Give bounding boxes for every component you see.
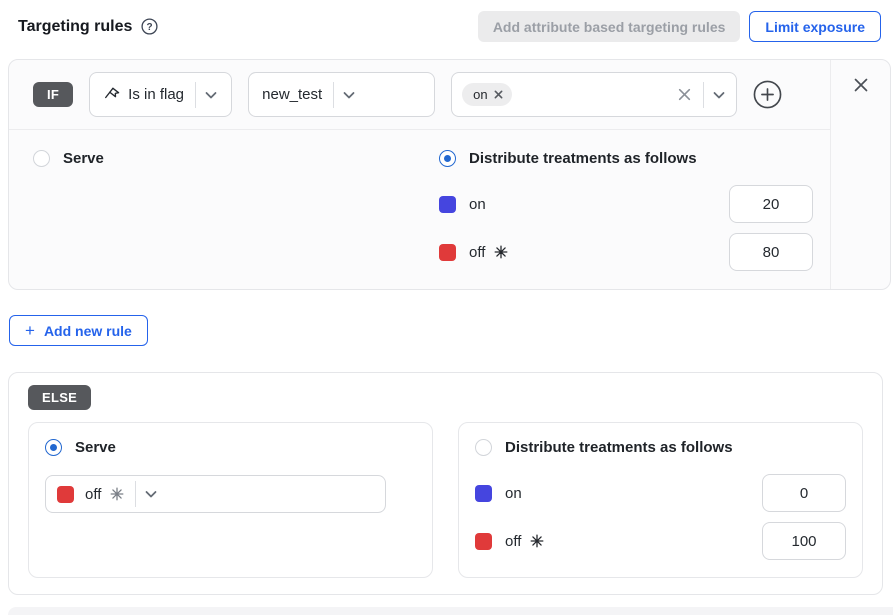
else-distribute-card: Distribute treatments as follows on off (458, 422, 863, 578)
serve-label: Serve (63, 150, 104, 167)
distribute-label: Distribute treatments as follows (469, 150, 697, 167)
default-treatment-asterisk-icon (110, 487, 124, 501)
next-section-edge (8, 607, 893, 615)
rule-body: Serve Distribute treatments as follows o… (9, 130, 830, 289)
else-distribute-radio[interactable] (475, 439, 492, 456)
else-serve-label: Serve (75, 439, 116, 456)
divider (703, 82, 704, 108)
treatment-on-swatch (439, 196, 456, 213)
tag-label: on (473, 87, 487, 102)
treatment-row-on: on (475, 474, 846, 512)
chevron-down-icon (143, 486, 159, 502)
else-serve-treatment-dropdown[interactable]: off (45, 475, 386, 513)
matcher-dropdown[interactable]: Is in flag (89, 72, 232, 117)
if-badge: IF (33, 82, 73, 107)
else-distribute-label: Distribute treatments as follows (505, 439, 733, 456)
flag-select-dropdown[interactable]: new_test (248, 72, 435, 117)
treatment-row-off: off (475, 522, 846, 560)
add-condition-button[interactable] (753, 80, 782, 109)
add-new-rule-label: Add new rule (44, 323, 132, 339)
divider (195, 82, 196, 108)
treatment-multiselect[interactable]: on (451, 72, 737, 117)
else-treatment-off-percent-input[interactable] (762, 522, 846, 560)
add-new-rule-button[interactable]: + Add new rule (9, 315, 148, 346)
page-header: Targeting rules ? Add attribute based ta… (0, 0, 893, 42)
matcher-value: Is in flag (128, 86, 184, 103)
divider (135, 481, 136, 507)
treatment-on-swatch (475, 485, 492, 502)
tag-remove-icon[interactable] (494, 90, 503, 99)
else-serve-card: Serve off (28, 422, 433, 578)
treatment-row-off: off (439, 233, 813, 271)
treatment-name: on (469, 196, 486, 213)
treatment-off-swatch (439, 244, 456, 261)
distribute-radio[interactable] (439, 150, 456, 167)
default-treatment-asterisk-icon (494, 245, 508, 259)
treatment-name: off (469, 244, 485, 261)
treatment-name: off (505, 533, 521, 550)
treatment-row-on: on (439, 185, 813, 223)
else-serve-radio[interactable] (45, 439, 62, 456)
remove-rule-icon[interactable] (853, 77, 869, 93)
treatment-off-swatch (57, 486, 74, 503)
clear-selection-icon[interactable] (677, 87, 692, 102)
chevron-down-icon (711, 87, 727, 103)
else-treatment-on-percent-input[interactable] (762, 474, 846, 512)
treatment-off-swatch (475, 533, 492, 550)
help-icon[interactable]: ? (141, 18, 158, 35)
serve-radio[interactable] (33, 150, 50, 167)
plus-icon: + (25, 321, 35, 341)
condition-row: IF Is in flag (9, 60, 830, 130)
add-attribute-rules-button[interactable]: Add attribute based targeting rules (478, 11, 741, 42)
treatment-name: on (505, 485, 522, 502)
else-rule-card: ELSE Serve off (8, 372, 883, 595)
chevron-down-icon (203, 87, 219, 103)
if-rule-card: IF Is in flag (8, 59, 891, 290)
limit-exposure-button[interactable]: Limit exposure (749, 11, 881, 42)
else-badge: ELSE (28, 385, 91, 410)
svg-text:?: ? (147, 22, 153, 33)
flag-select-value: new_test (262, 86, 322, 103)
chevron-down-icon (341, 87, 357, 103)
flag-icon (103, 86, 121, 104)
rule-close-column (830, 60, 890, 289)
serve-treatment-value: off (85, 486, 101, 503)
page-title: Targeting rules (18, 18, 132, 36)
treatment-off-percent-input[interactable] (729, 233, 813, 271)
divider (333, 82, 334, 108)
selected-tag: on (462, 83, 511, 106)
treatment-on-percent-input[interactable] (729, 185, 813, 223)
default-treatment-asterisk-icon (530, 534, 544, 548)
